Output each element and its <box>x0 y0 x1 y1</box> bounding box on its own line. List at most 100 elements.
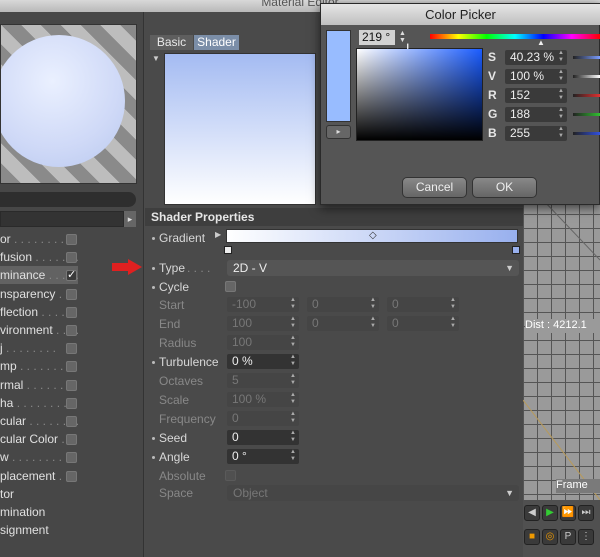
animation-dot-icon[interactable] <box>152 237 155 240</box>
spinner-icon[interactable]: ▲ ▼ <box>290 430 296 444</box>
color-field-input[interactable]: 188 ▲ ▼ <box>505 107 567 122</box>
channel-checkbox[interactable] <box>66 361 77 373</box>
auto-key-icon[interactable]: ◎ <box>542 529 558 545</box>
spinner-icon[interactable]: ▲ ▼ <box>290 392 296 406</box>
scale-field[interactable]: 100 % ▲ ▼ <box>227 392 299 407</box>
spinner-icon[interactable]: ▲ ▼ <box>399 30 406 44</box>
material-name-field[interactable] <box>0 192 136 207</box>
tab-shader[interactable]: Shader <box>194 35 239 50</box>
end-icon[interactable]: ⏭ <box>578 505 594 521</box>
channel-checkbox[interactable] <box>66 234 77 245</box>
animation-dot-icon[interactable] <box>152 456 155 459</box>
radius-label: Radius <box>159 336 197 350</box>
color-channel-slider[interactable] <box>573 132 600 135</box>
angle-field[interactable]: 0 ° ▲ ▼ <box>227 449 299 464</box>
channel-checkbox[interactable] <box>66 306 77 318</box>
end-z-field[interactable]: 0 ▲ ▼ <box>387 316 459 331</box>
turbulence-label: Turbulence <box>159 355 219 369</box>
gradient-expand-icon[interactable]: ▶ <box>215 230 221 239</box>
step-forward-icon[interactable]: ⏩ <box>560 505 576 521</box>
spinner-icon[interactable]: ▲ ▼ <box>558 107 564 121</box>
channel-item[interactable]: mination <box>0 503 78 521</box>
spinner-icon[interactable]: ▲ ▼ <box>370 316 376 330</box>
grid-icon[interactable]: ⋮ <box>578 529 594 545</box>
frequency-field[interactable]: 0 ▲ ▼ <box>227 411 299 426</box>
octaves-field[interactable]: 5 ▲ ▼ <box>227 373 299 388</box>
channel-checkbox[interactable] <box>66 288 77 300</box>
channel-checkbox[interactable] <box>66 379 77 391</box>
cancel-button[interactable]: Cancel <box>402 177 467 198</box>
channel-checkbox[interactable] <box>66 416 77 427</box>
seed-field[interactable]: 0 ▲ ▼ <box>227 430 299 445</box>
spinner-icon[interactable]: ▲ ▼ <box>558 126 564 140</box>
channel-checkbox[interactable]: ✓ <box>66 270 77 282</box>
hue-slider[interactable] <box>430 34 600 39</box>
channel-item[interactable]: signment <box>0 521 78 539</box>
turbulence-field[interactable]: 0 % ▲ ▼ <box>227 354 299 369</box>
saturation-value-square[interactable] <box>356 48 483 141</box>
spinner-icon[interactable]: ▲ ▼ <box>290 316 296 330</box>
gradient-knob-end[interactable] <box>512 246 520 254</box>
gradient-midpoint-knob-icon[interactable]: ◇ <box>369 230 377 241</box>
spinner-icon[interactable]: ▲ ▼ <box>290 411 296 425</box>
channel-arrow-icon[interactable]: ▸ <box>124 211 136 227</box>
spinner-icon[interactable]: ▲ ▼ <box>290 354 296 368</box>
channel-checkbox[interactable] <box>66 470 77 482</box>
spinner-icon[interactable]: ▲ ▼ <box>290 297 296 311</box>
color-field-input[interactable]: 255 ▲ ▼ <box>505 126 567 141</box>
space-dropdown[interactable]: Object ▼ <box>227 485 519 501</box>
color-field-input[interactable]: 100 % ▲ ▼ <box>505 69 567 84</box>
spinner-icon[interactable]: ▲ ▼ <box>290 449 296 463</box>
spinner-icon[interactable]: ▲ ▼ <box>558 88 564 102</box>
animation-dot-icon[interactable] <box>152 267 155 270</box>
spinner-icon[interactable]: ▲ ▼ <box>450 316 456 330</box>
spinner-icon[interactable]: ▲ ▼ <box>450 297 456 311</box>
start-z-field[interactable]: 0 ▲ ▼ <box>387 297 459 312</box>
channel-checkbox[interactable] <box>66 452 77 464</box>
radius-field[interactable]: 100 ▲ ▼ <box>227 335 299 350</box>
seed-label: Seed <box>159 431 188 445</box>
channel-checkbox[interactable] <box>66 397 77 409</box>
step-back-icon[interactable]: ◀ <box>524 505 540 521</box>
absolute-checkbox[interactable] <box>225 470 236 481</box>
channel-item[interactable]: tor <box>0 485 78 503</box>
animation-dot-icon[interactable] <box>152 286 155 289</box>
animation-dot-icon[interactable] <box>152 361 155 364</box>
channel-checkbox[interactable] <box>66 434 77 446</box>
collapse-triangle-icon[interactable]: ▼ <box>152 54 160 63</box>
spinner-icon[interactable]: ▲ ▼ <box>290 335 296 349</box>
swatch-expand-icon[interactable]: ▸ <box>326 125 351 139</box>
end-y-field[interactable]: 0 ▲ ▼ <box>307 316 379 331</box>
start-x-field[interactable]: -100 ▲ ▼ <box>227 297 299 312</box>
ok-button[interactable]: OK <box>472 177 537 198</box>
color-channel-slider[interactable] <box>573 56 600 59</box>
hue-knob-icon[interactable]: ▲ <box>537 38 545 47</box>
color-field-input[interactable]: 152 ▲ ▼ <box>505 88 567 103</box>
tab-basic[interactable]: Basic <box>150 35 193 50</box>
type-dropdown[interactable]: 2D - V ▼ <box>227 260 519 276</box>
channel-checkbox[interactable] <box>66 325 77 336</box>
gradient-knob-start[interactable] <box>224 246 232 254</box>
play-icon[interactable]: ▶ <box>542 505 558 521</box>
channel-field[interactable] <box>0 211 124 227</box>
cycle-checkbox[interactable] <box>225 281 236 292</box>
start-y-field[interactable]: 0 ▲ ▼ <box>307 297 379 312</box>
record-key-icon[interactable]: ■ <box>524 529 540 545</box>
sv-cursor-icon[interactable]: ╹ <box>405 44 410 55</box>
color-swatch[interactable] <box>326 30 351 122</box>
end-x-field[interactable]: 100 ▲ ▼ <box>227 316 299 331</box>
color-field-input[interactable]: 40.23 % ▲ ▼ <box>505 50 567 65</box>
param-key-icon[interactable]: P <box>560 529 576 545</box>
channel-checkbox[interactable] <box>66 343 77 355</box>
spinner-icon[interactable]: ▲ ▼ <box>370 297 376 311</box>
animation-dot-icon[interactable] <box>152 437 155 440</box>
material-preview[interactable] <box>0 24 137 184</box>
spinner-icon[interactable]: ▲ ▼ <box>558 69 564 83</box>
hue-field[interactable]: 219 ° <box>359 30 395 45</box>
color-channel-slider[interactable] <box>573 94 600 97</box>
spinner-icon[interactable]: ▲ ▼ <box>558 50 564 64</box>
color-channel-slider[interactable] <box>573 75 600 78</box>
spinner-icon[interactable]: ▲ ▼ <box>290 373 296 387</box>
color-channel-slider[interactable] <box>573 113 600 116</box>
channel-checkbox[interactable] <box>66 252 77 264</box>
